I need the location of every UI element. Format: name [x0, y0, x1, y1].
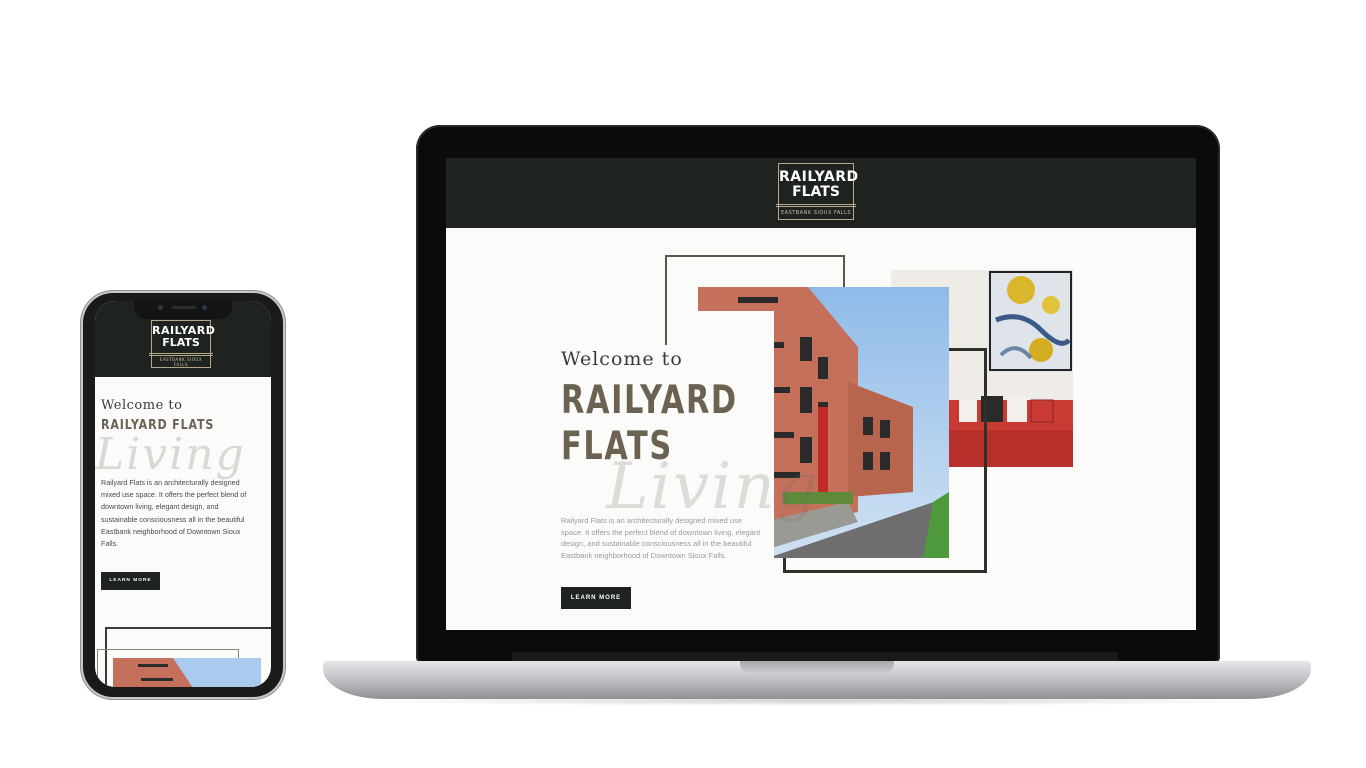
phone-logo-line2: FLATS	[162, 336, 200, 349]
phone-camera-icon	[158, 305, 163, 310]
laptop-trackpad-notch	[740, 661, 894, 673]
hero-description: Railyard Flats is an architecturally des…	[561, 516, 761, 561]
site-logo[interactable]: RAILYARD FLATS EASTBANK SIOUX FALLS	[776, 163, 859, 220]
phone-notch	[134, 299, 232, 319]
phone-power-button	[283, 385, 286, 427]
logo-line1: RAILYARD	[779, 169, 859, 185]
phone-hero-description: Railyard Flats is an architecturally des…	[101, 478, 247, 549]
hero-welcome: Welcome to	[561, 348, 683, 370]
site-header: RAILYARD FLATS EASTBANK SIOUX FALLS	[446, 158, 1196, 228]
logo-line2: FLATS	[792, 184, 840, 200]
phone-hero-welcome: Welcome to	[101, 398, 183, 413]
phone-hero-script-word: Living	[95, 429, 246, 480]
phone-screen: RAILYARD FLATS EASTBANK SIOUX FALLS Welc…	[95, 301, 271, 687]
logo-rail-decoration	[776, 204, 856, 207]
phone-building-photo	[113, 658, 261, 687]
phone-site-logo[interactable]: RAILYARD FLATS EASTBANK SIOUX FALLS	[149, 320, 215, 368]
learn-more-button[interactable]: LEARN MORE	[561, 587, 631, 609]
phone-sensor-icon	[202, 305, 207, 310]
phone-building-photo-art	[113, 658, 261, 687]
phone-speaker-icon	[172, 306, 196, 309]
phone-logo-rail-decoration	[149, 353, 213, 356]
phone-learn-more-button[interactable]: LEARN MORE	[101, 572, 160, 590]
hero-title-line1: RAILYARD	[561, 378, 738, 423]
phone-logo-subline: EASTBANK SIOUX FALLS	[159, 357, 203, 367]
laptop-screen: RAILYARD FLATS EASTBANK SIOUX FALLS Welc…	[446, 158, 1196, 630]
hero-script-word: Living	[606, 450, 820, 524]
logo-subline: EASTBANK SIOUX FALLS	[780, 210, 852, 216]
